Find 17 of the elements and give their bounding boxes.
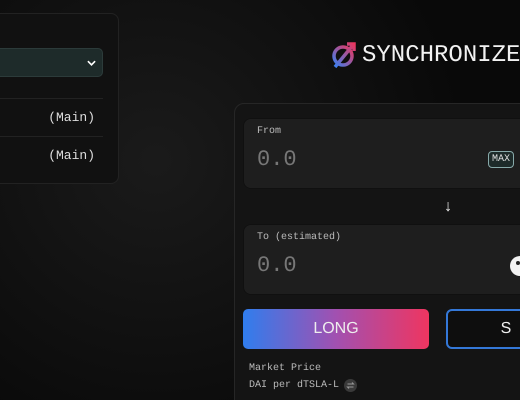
price-pair: DAI per dTSLA-L [249,380,340,391]
swap-icon[interactable] [344,379,358,392]
logo-icon [330,40,358,70]
max-button[interactable]: MAX [488,151,514,168]
network-row[interactable]: (Main) [0,98,103,136]
short-button[interactable]: S [446,309,520,349]
long-button[interactable]: LONG [243,309,429,349]
amount-field[interactable]: 0.0 [257,147,377,172]
swap-arrow[interactable]: ↓ [443,198,453,216]
chevron-down-icon [87,60,96,66]
market-price-label: Market Price [249,363,322,374]
to-label: To (estimated) [257,232,342,243]
network-row[interactable]: (Main) [0,136,103,174]
token-icon[interactable] [508,256,520,276]
logo-text: SYNCHRONIZE [362,42,520,68]
from-label: From [257,126,282,137]
amount-field[interactable]: 0.0 [257,253,377,278]
